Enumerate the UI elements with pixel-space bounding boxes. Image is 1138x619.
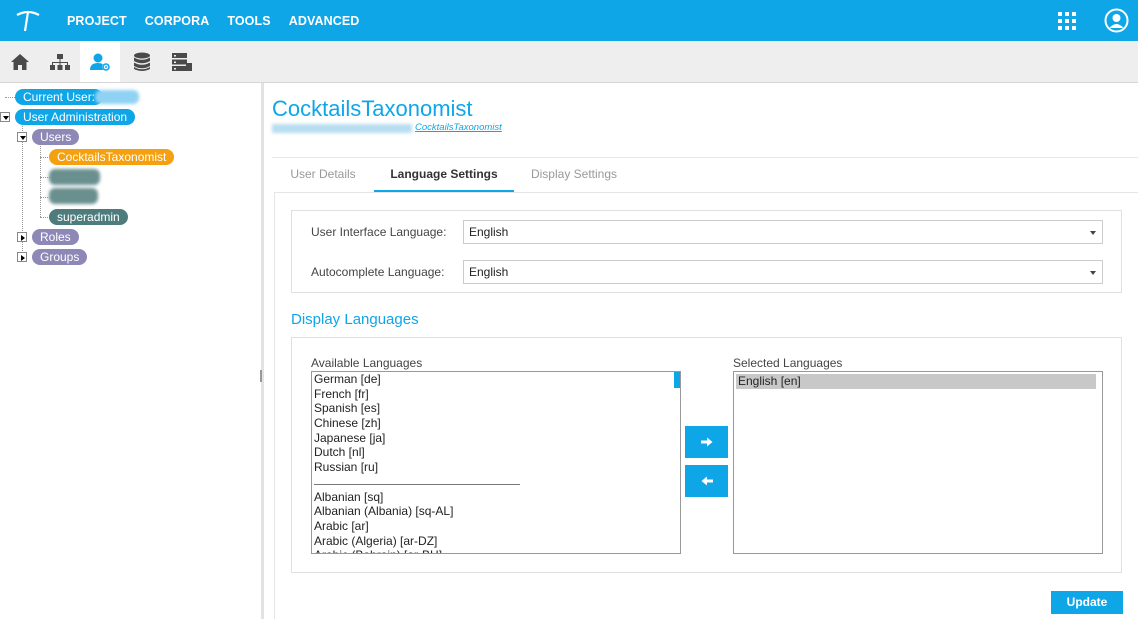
available-language-item[interactable]: Japanese [ja] xyxy=(312,431,680,446)
ui-language-value: English xyxy=(469,225,509,239)
autocomplete-language-value: English xyxy=(469,265,509,279)
top-nav: PROJECT CORPORA TOOLS ADVANCED xyxy=(58,0,368,41)
tree-connector xyxy=(40,144,41,217)
autocomplete-language-label: Autocomplete Language: xyxy=(311,265,445,279)
tree-connector xyxy=(5,97,15,98)
update-button[interactable]: Update xyxy=(1051,591,1123,614)
available-language-item[interactable]: Russian [ru] xyxy=(312,460,680,475)
tab-language-settings[interactable]: Language Settings xyxy=(374,158,514,192)
available-languages-label: Available Languages xyxy=(311,356,423,370)
available-language-item[interactable]: Dutch [nl] xyxy=(312,445,680,460)
toolbar xyxy=(0,41,1138,83)
menu-advanced[interactable]: ADVANCED xyxy=(289,14,360,28)
available-language-item[interactable]: Arabic (Bahrain) [ar-BH] xyxy=(312,548,680,553)
groups-label: Groups xyxy=(40,250,80,264)
current-user-redacted xyxy=(95,90,139,104)
autocomplete-language-select[interactable]: English xyxy=(463,260,1103,284)
available-language-item[interactable]: French [fr] xyxy=(312,387,680,402)
groups-toggle[interactable] xyxy=(17,252,27,262)
user-item-redacted[interactable] xyxy=(49,188,98,204)
ui-language-label: User Interface Language: xyxy=(311,225,447,239)
available-language-item[interactable]: Arabic (Algeria) [ar-DZ] xyxy=(312,534,680,549)
current-user-node[interactable]: Current User: xyxy=(15,89,104,105)
display-languages-heading: Display Languages xyxy=(291,311,419,328)
tab-user-details[interactable]: User Details xyxy=(274,158,372,192)
hierarchy-button[interactable] xyxy=(40,41,80,82)
breadcrumb-redacted xyxy=(272,124,412,133)
menu-corpora[interactable]: CORPORA xyxy=(145,14,210,28)
available-language-item[interactable]: Albanian (Albania) [sq-AL] xyxy=(312,504,680,519)
roles-node[interactable]: Roles xyxy=(32,229,79,245)
available-items: German [de] French [fr] Spanish [es] Chines… xyxy=(312,372,680,553)
roles-toggle[interactable] xyxy=(17,232,27,242)
splitter-grip[interactable] xyxy=(260,370,262,382)
page-title: CocktailsTaxonomist xyxy=(272,96,473,121)
server-button[interactable] xyxy=(162,41,202,82)
arrow-right-icon xyxy=(700,437,712,447)
groups-node[interactable]: Groups xyxy=(32,249,88,265)
ui-language-select[interactable]: English xyxy=(463,220,1103,244)
top-bar: PROJECT CORPORA TOOLS ADVANCED xyxy=(0,0,1138,41)
user-item-label: CocktailsTaxonomist xyxy=(57,150,167,164)
arrow-left-icon xyxy=(701,476,713,486)
selected-languages-label: Selected Languages xyxy=(733,356,843,370)
menu-project[interactable]: PROJECT xyxy=(67,14,127,28)
users-toggle[interactable] xyxy=(17,132,27,142)
available-language-item[interactable]: Albanian [sq] xyxy=(312,490,680,505)
logo-icon[interactable] xyxy=(14,8,42,34)
user-item-cocktailstaxonomist[interactable]: CocktailsTaxonomist xyxy=(49,149,175,165)
database-icon xyxy=(134,52,150,71)
users-label: Users xyxy=(40,130,72,144)
roles-label: Roles xyxy=(40,230,71,244)
list-separator xyxy=(312,475,680,490)
user-admin-toggle[interactable] xyxy=(0,112,10,122)
tab-bar: User Details Language Settings Display S… xyxy=(274,158,1138,193)
user-item-redacted[interactable] xyxy=(49,169,100,185)
remove-language-button[interactable] xyxy=(685,465,728,497)
user-administration-node[interactable]: User Administration xyxy=(15,109,136,125)
language-settings-box: User Interface Language: English Autocom… xyxy=(291,210,1122,293)
user-item-superadmin[interactable]: superadmin xyxy=(49,209,128,225)
available-language-item[interactable]: Arabic [ar] xyxy=(312,519,680,534)
panel-splitter[interactable] xyxy=(261,83,264,619)
selected-language-item[interactable]: English [en] xyxy=(736,374,1096,389)
chevron-down-icon xyxy=(1090,271,1096,275)
home-button[interactable] xyxy=(0,41,40,82)
database-button[interactable] xyxy=(122,41,162,82)
user-administration-label: User Administration xyxy=(23,110,128,124)
server-icon xyxy=(172,52,192,71)
user-admin-icon xyxy=(90,53,110,71)
user-account-icon[interactable] xyxy=(1104,8,1129,33)
user-link[interactable]: CocktailsTaxonomist xyxy=(415,122,502,133)
available-language-item[interactable]: Spanish [es] xyxy=(312,401,680,416)
user-item-label: superadmin xyxy=(57,210,120,224)
users-node[interactable]: Users xyxy=(32,129,80,145)
scrollbar-thumb[interactable] xyxy=(674,372,680,388)
current-user-label: Current User: xyxy=(23,90,96,104)
available-language-item[interactable]: German [de] xyxy=(312,372,680,387)
chevron-down-icon xyxy=(1090,231,1096,235)
add-language-button[interactable] xyxy=(685,426,728,458)
display-languages-box: Available Languages German [de] French [f… xyxy=(291,337,1122,573)
available-language-item[interactable]: Chinese [zh] xyxy=(312,416,680,431)
menu-tools[interactable]: TOOLS xyxy=(227,14,270,28)
tab-display-settings[interactable]: Display Settings xyxy=(514,158,634,192)
home-icon xyxy=(11,53,29,70)
selected-languages-list[interactable]: English [en] xyxy=(733,371,1103,554)
apps-grid-icon[interactable] xyxy=(1058,12,1076,30)
user-admin-button[interactable] xyxy=(80,41,120,82)
available-languages-list[interactable]: German [de] French [fr] Spanish [es] Chines… xyxy=(311,371,681,554)
hierarchy-icon xyxy=(50,53,70,70)
